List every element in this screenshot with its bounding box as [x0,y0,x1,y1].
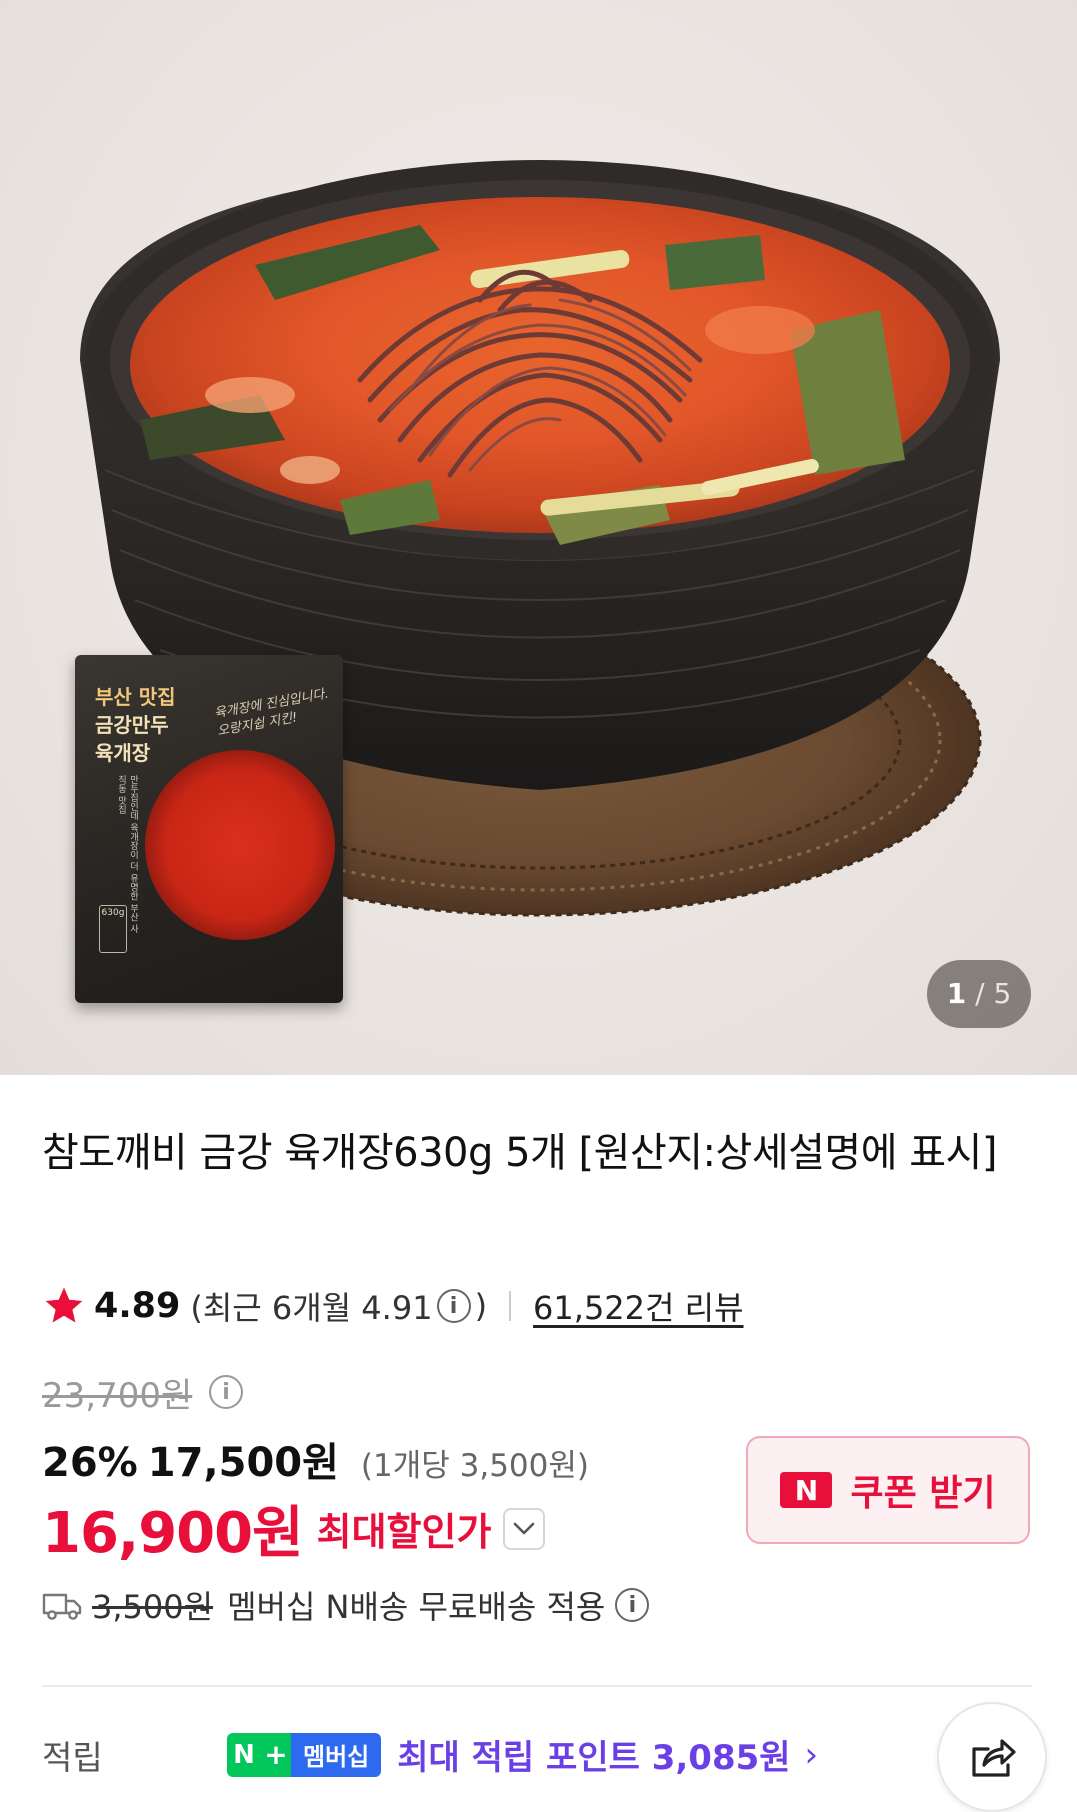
chevron-down-icon [514,1522,535,1534]
package-brand-line2: 금강만두 [95,713,169,737]
naver-n-logo: N [780,1472,833,1508]
sale-price: 17,500원 [147,1440,339,1486]
product-image-gallery[interactable]: 부산 맛집 금강만두 육개장 육개장에 진심입니다. 오랑지쉽 지킨! 만두집인… [0,0,1077,1075]
divider [509,1291,512,1321]
points-label: 적립 [42,1737,103,1777]
product-title: 참도깨비 금강 육개장630g 5개 [원산지:상세설명에 표시] [42,1130,997,1176]
image-counter-total: 5 [993,977,1012,1010]
section-divider [42,1685,1032,1687]
per-unit-price: (1개당 3,500원) [360,1448,589,1484]
recent-rating: (최근 6개월 4.91 i ) [190,1283,487,1329]
image-counter: 1 / 5 [927,960,1031,1028]
original-price: 23,700원 [42,1376,193,1416]
rating-row: 4.89 (최근 6개월 4.91 i ) 61,522건 리뷰 [42,1280,744,1332]
image-counter-separator: / [975,977,985,1010]
sale-price-row: 26% 17,500원 (1개당 3,500원) [42,1430,589,1488]
best-price-row: 16,900원 최대할인가 [42,1488,546,1569]
coupon-button[interactable]: N 쿠폰 받기 [746,1436,1030,1544]
best-price: 16,900원 [42,1501,304,1566]
share-button[interactable] [937,1702,1047,1812]
package-script-text: 육개장에 진심입니다. 오랑지쉽 지킨! [212,686,330,740]
shipping-row: 3,500원 멤버십 N배송 무료배송 적용 i [42,1582,653,1628]
info-icon[interactable]: i [615,1588,650,1622]
max-points-text: 최대 적립 포인트 3,085원 [397,1738,791,1778]
package-brand-line3: 육개장 [95,741,151,765]
product-package-image: 부산 맛집 금강만두 육개장 육개장에 진심입니다. 오랑지쉽 지킨! 만두집인… [75,655,343,1003]
info-icon[interactable]: i [436,1289,471,1323]
membership-text: 멤버십 [291,1732,382,1777]
membership-badge: N + 멤버십 [227,1732,382,1777]
package-brand: 부산 맛집 금강만두 육개장 [95,683,205,767]
truck-icon [42,1593,82,1620]
image-counter-current: 1 [946,977,967,1010]
coupon-label: 쿠폰 받기 [850,1473,996,1514]
recent-rating-close: ) [474,1287,488,1325]
review-count-link[interactable]: 61,522건 리뷰 [533,1283,743,1329]
package-brand-line1: 부산 맛집 [95,685,176,709]
package-bowl-image [145,750,335,940]
discount-percent: 26% [42,1440,138,1486]
package-weight-badge: 630g [99,905,127,953]
chevron-right-icon: › [804,1734,819,1775]
info-icon[interactable]: i [209,1375,243,1409]
original-price-info[interactable]: i [205,1375,247,1409]
shipping-text: 멤버십 N배송 무료배송 적용 [227,1588,606,1626]
membership-n-logo: N [227,1732,261,1777]
best-price-label: 최대할인가 [316,1510,492,1554]
star-icon [45,1287,83,1323]
shipping-original-fee: 3,500원 [92,1588,214,1626]
membership-plus: + [261,1732,291,1777]
recent-rating-text: (최근 6개월 4.91 [190,1289,433,1327]
share-icon [972,1739,1016,1777]
best-price-expand-button[interactable] [503,1507,546,1550]
rating-score: 4.89 [94,1286,181,1326]
points-row[interactable]: 적립 N + 멤버십 최대 적립 포인트 3,085원 › [42,1730,818,1779]
